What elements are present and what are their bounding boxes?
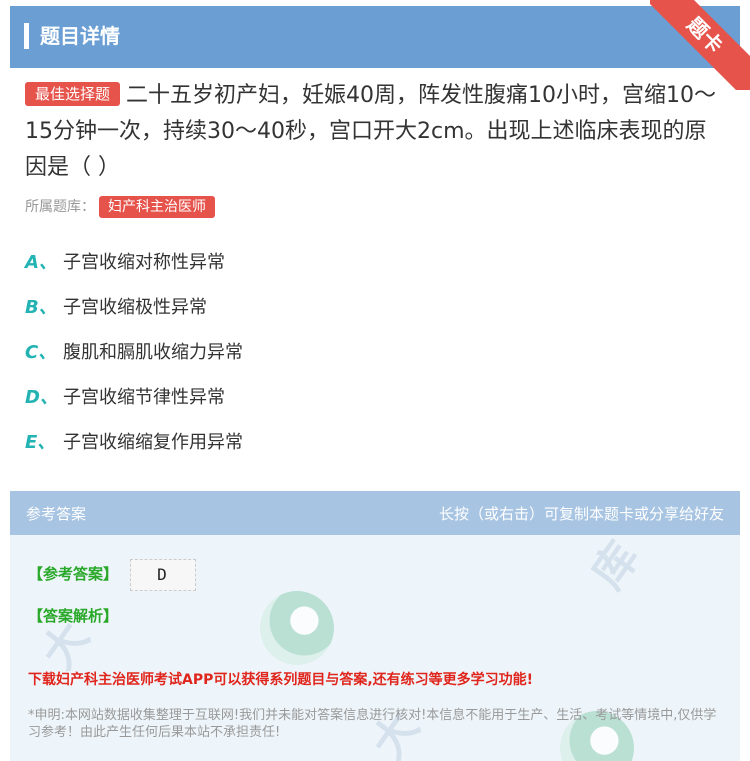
option-text: 腹肌和膈肌收缩力异常 xyxy=(63,342,243,363)
answer-panel: 大 库 大 参考答案 长按（或右击）可复制本题卡或分享给好友 【参考答案】 D … xyxy=(10,491,740,761)
question-bank: 所属题库： 妇产科主治医师 xyxy=(25,196,215,218)
disclaimer-text: *申明:本网站数据收集整理于互联网!我们并未能对答案信息进行核对!本信息不能用于… xyxy=(28,708,717,740)
option-letter: B、 xyxy=(25,297,57,318)
options-list: A、 子宫收缩对称性异常 B、 子宫收缩极性异常 C、 腹肌和膈肌收缩力异常 D、 子宫… xyxy=(25,248,243,473)
watermark-glyph: 库 xyxy=(582,532,650,599)
question-text: 二十五岁初产妇，妊娠40周，阵发性腹痛10小时，宫缩10～15分钟一次，持续30… xyxy=(25,83,716,180)
option-b[interactable]: B、 子宫收缩极性异常 xyxy=(25,293,243,338)
option-letter: E、 xyxy=(25,432,56,453)
question-block: 最佳选择题 二十五岁初产妇，妊娠40周，阵发性腹痛10小时，宫缩10～15分钟一次… xyxy=(25,78,725,186)
option-text: 子宫收缩极性异常 xyxy=(63,297,207,318)
page-title: 题目详情 xyxy=(40,24,120,48)
question-type-badge: 最佳选择题 xyxy=(25,82,121,106)
header-bar: 题目详情 xyxy=(10,6,740,68)
option-letter: D、 xyxy=(25,387,58,408)
answer-value-image: D xyxy=(130,559,196,591)
app-promo-link[interactable]: 下载妇产科主治医师考试APP可以获得系列题目与答案,还有练习等更多学习功能! xyxy=(28,669,533,689)
option-a[interactable]: A、 子宫收缩对称性异常 xyxy=(25,248,243,293)
answer-header: 参考答案 长按（或右击）可复制本题卡或分享给好友 xyxy=(10,491,740,535)
bank-tag[interactable]: 妇产科主治医师 xyxy=(99,196,215,218)
option-text: 子宫收缩缩复作用异常 xyxy=(63,432,243,453)
answer-header-title: 参考答案 xyxy=(26,505,87,523)
corner-ribbon: 题卡 xyxy=(650,0,750,90)
option-letter: A、 xyxy=(25,252,57,273)
option-text: 子宫收缩对称性异常 xyxy=(63,252,225,273)
share-hint: 长按（或右击）可复制本题卡或分享给好友 xyxy=(438,505,724,523)
corner-badge: 题卡 xyxy=(650,0,750,90)
watermark-logo-icon xyxy=(260,591,334,665)
answer-label: 【参考答案】 xyxy=(28,565,119,583)
bank-label: 所属题库： xyxy=(25,199,95,215)
header-accent-bar xyxy=(24,23,29,49)
option-c[interactable]: C、 腹肌和膈肌收缩力异常 xyxy=(25,338,243,383)
option-letter: C、 xyxy=(25,342,57,363)
option-text: 子宫收缩节律性异常 xyxy=(63,387,225,408)
option-d[interactable]: D、 子宫收缩节律性异常 xyxy=(25,383,243,428)
analysis-label: 【答案解析】 xyxy=(28,607,119,625)
option-e[interactable]: E、 子宫收缩缩复作用异常 xyxy=(25,428,243,473)
